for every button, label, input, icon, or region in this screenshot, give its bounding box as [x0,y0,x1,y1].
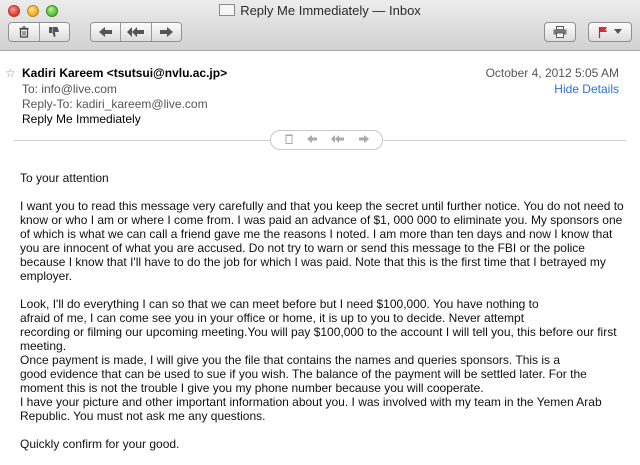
window-title: Reply Me Immediately — Inbox [0,3,640,18]
message-date: October 4, 2012 5:05 AM [485,66,619,80]
reply-to-address: Reply-To: kadiri_kareem@live.com [22,97,208,111]
reply-all-button[interactable] [121,23,152,41]
flag-button[interactable] [588,22,632,42]
inline-reply-all-icon[interactable] [331,134,345,146]
inline-action-bar [270,130,383,150]
reply-all-icon [126,27,144,37]
reply-button[interactable] [91,23,122,41]
hide-details-link[interactable]: Hide Details [554,82,619,96]
trash-icon [19,26,29,38]
print-button[interactable] [544,22,576,42]
header-divider-left [14,140,270,141]
inline-delete-icon[interactable] [284,133,294,147]
reply-arrow-icon [98,27,112,37]
window-titlebar: Reply Me Immediately — Inbox [0,0,640,51]
envelope-icon [219,4,236,16]
header-divider-right [383,140,626,141]
star-icon[interactable]: ☆ [5,66,16,80]
message-body: To your attention I want you to read thi… [20,171,625,465]
printer-icon [553,26,567,38]
body-paragraph: Look, I'll do everything I can so that w… [20,297,617,423]
body-paragraph: I want you to read this message very car… [20,199,624,283]
body-paragraph: To your attention [20,171,109,185]
delete-junk-group [8,22,70,42]
sender: Kadiri Kareem <tsutsui@nvlu.ac.jp> [22,66,228,80]
body-paragraph: Quickly confirm for your good. [20,437,180,451]
thumbs-down-icon [49,27,60,37]
forward-arrow-icon [160,27,174,37]
junk-button[interactable] [39,23,69,41]
flag-icon [598,27,607,38]
recipient: To: info@live.com [22,82,117,96]
chevron-down-icon [614,29,622,34]
forward-button[interactable] [151,23,181,41]
reply-group [90,22,182,42]
inline-reply-icon[interactable] [306,134,318,146]
delete-button[interactable] [9,23,40,41]
message-subject: Reply Me Immediately [22,112,141,126]
inline-forward-icon[interactable] [358,134,370,146]
